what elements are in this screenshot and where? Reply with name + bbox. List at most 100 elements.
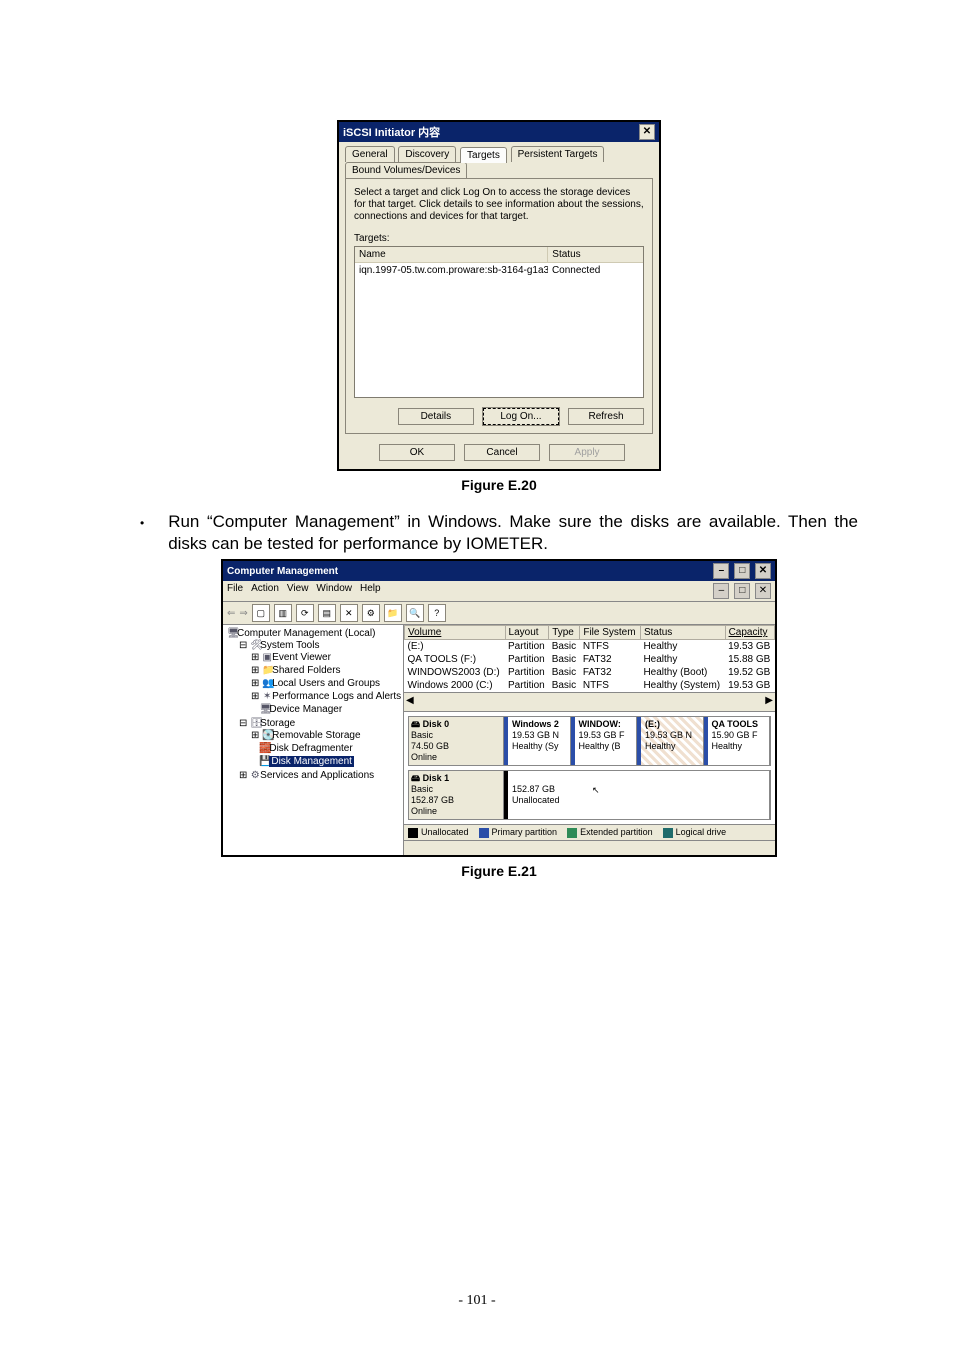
targets-list[interactable]: Name Status iqn.1997-05.tw.com.proware:s… (354, 246, 644, 398)
config-icon[interactable]: ⚙ (362, 604, 380, 622)
tab-discovery[interactable]: Discovery (398, 146, 456, 162)
col-name: Name (355, 247, 548, 262)
tree-shared-folders[interactable]: ⊞ 📁Shared Folders (251, 664, 401, 677)
paragraph-text: Run “Computer Management” in Windows. Ma… (168, 511, 858, 555)
tree-local-users[interactable]: ⊞ 👥Local Users and Groups (251, 677, 401, 690)
computer-management-window: Computer Management – □ ✕ File Action Vi… (221, 559, 777, 857)
ok-button[interactable]: OK (379, 444, 455, 461)
disk0-partition[interactable]: WINDOW:19.53 GB FHealthy (B (571, 717, 638, 765)
page-number: - 101 - (0, 1293, 954, 1309)
disk0-partition[interactable]: Windows 219.53 GB NHealthy (Sy (504, 717, 571, 765)
menu-help[interactable]: Help (360, 583, 381, 599)
col-file-system[interactable]: File System (580, 626, 641, 640)
volume-row[interactable]: QA TOOLS (F:)PartitionBasicFAT32Healthy1… (405, 653, 775, 666)
col-status: Status (548, 247, 643, 262)
delete-icon[interactable]: ✕ (340, 604, 358, 622)
menu-file[interactable]: File (227, 583, 243, 599)
cancel-button[interactable]: Cancel (464, 444, 540, 461)
users-icon: 👥 (262, 678, 272, 689)
tree-disk-defragmenter[interactable]: 🧱Disk Defragmenter (251, 742, 401, 755)
properties-icon[interactable]: ▤ (318, 604, 336, 622)
disk0-partition[interactable]: QA TOOLS15.90 GB FHealthy (704, 717, 771, 765)
help-icon[interactable]: ? (428, 604, 446, 622)
removable-icon: 💽 (262, 730, 272, 741)
tree-system-tools[interactable]: ⊟ 🛠System Tools ⊞ ▣Event Viewer ⊞ 📁Share… (239, 639, 401, 717)
col-capacity[interactable]: Capacity (725, 626, 774, 640)
swatch-logical-icon (663, 828, 673, 838)
tree-disk-management[interactable]: 💾Disk Management (251, 755, 401, 768)
targets-list-row[interactable]: iqn.1997-05.tw.com.proware:sb-3164-g1a3-… (355, 263, 643, 278)
event-viewer-icon: ▣ (262, 652, 272, 663)
volume-row[interactable]: Windows 2000 (C:)PartitionBasicNTFSHealt… (405, 679, 775, 692)
paragraph: • Run “Computer Management” in Windows. … (140, 511, 858, 555)
child-maximize-icon[interactable]: □ (734, 583, 750, 599)
menu-view[interactable]: View (287, 583, 309, 599)
disk0-row[interactable]: 🖴 Disk 0 Basic 74.50 GB Online Windows 2… (408, 716, 771, 766)
swatch-primary-icon (479, 828, 489, 838)
shared-folders-icon: 📁 (262, 665, 272, 676)
folder-icon[interactable]: 📁 (384, 604, 402, 622)
disk-legend: Unallocated Primary partition Extended p… (404, 824, 775, 840)
cm-menubar: File Action View Window Help – □ ✕ (223, 581, 775, 602)
disk1-row[interactable]: 🖴 Disk 1 Basic 152.87 GB Online 152.87 G… (408, 770, 771, 820)
child-minimize-icon[interactable]: – (713, 583, 729, 599)
cm-titlebar[interactable]: Computer Management – □ ✕ (223, 561, 775, 581)
close-icon[interactable]: ✕ (755, 563, 771, 579)
iscsi-title: iSCSI Initiator 内容 (343, 124, 440, 140)
tree-storage[interactable]: ⊟ 🗄Storage ⊞ 💽Removable Storage 🧱Disk De… (239, 717, 401, 769)
tab-general[interactable]: General (345, 146, 395, 162)
volume-row[interactable]: WINDOWS2003 (D:)PartitionBasicFAT32Healt… (405, 666, 775, 679)
iscsi-initiator-dialog: iSCSI Initiator 内容 ✕ General Discovery T… (337, 120, 661, 471)
col-volume[interactable]: Volume (405, 626, 506, 640)
menu-action[interactable]: Action (251, 583, 279, 599)
tree-removable-storage[interactable]: ⊞ 💽Removable Storage (251, 729, 401, 742)
target-name: iqn.1997-05.tw.com.proware:sb-3164-g1a3-… (355, 263, 548, 278)
tree-device-manager[interactable]: 🖥Device Manager (251, 703, 401, 716)
figure-caption-e21: Figure E.21 (140, 863, 858, 879)
logon-button[interactable]: Log On... (483, 408, 559, 425)
disk0-partition[interactable]: (E:)19.53 GB NHealthy (637, 717, 704, 765)
cm-toolbar: ⇐ ⇒ ▢ ▥ ⟳ ▤ ✕ ⚙ 📁 🔍 ? (223, 602, 775, 625)
up-icon[interactable]: ▢ (252, 604, 270, 622)
disk1-unallocated[interactable]: 152.87 GBUnallocated ↖ (504, 771, 770, 819)
maximize-icon[interactable]: □ (734, 563, 750, 579)
back-icon[interactable]: ⇐ (227, 608, 235, 619)
tab-bound-volumes[interactable]: Bound Volumes/Devices (345, 162, 467, 178)
tab-targets[interactable]: Targets (460, 147, 507, 163)
tree-root[interactable]: 🖥Computer Management (Local) ⊟ 🛠System T… (227, 627, 401, 783)
col-status[interactable]: Status (640, 626, 725, 640)
close-icon[interactable]: ✕ (639, 124, 655, 140)
refresh-button[interactable]: Refresh (568, 408, 644, 425)
volumes-scrollbar[interactable]: ◀ ▶ (404, 692, 775, 711)
swatch-unallocated-icon (408, 828, 418, 838)
child-close-icon[interactable]: ✕ (755, 583, 771, 599)
disk0-header: 🖴 Disk 0 Basic 74.50 GB Online (409, 717, 504, 765)
perf-icon: ✶ (262, 691, 272, 702)
iscsi-body: Select a target and click Log On to acce… (345, 178, 653, 434)
search-icon[interactable]: 🔍 (406, 604, 424, 622)
tab-persistent-targets[interactable]: Persistent Targets (511, 146, 605, 162)
forward-icon[interactable]: ⇒ (239, 608, 247, 619)
refresh-icon[interactable]: ⟳ (296, 604, 314, 622)
col-type[interactable]: Type (549, 626, 580, 640)
col-layout[interactable]: Layout (505, 626, 549, 640)
view-icon[interactable]: ▥ (274, 604, 292, 622)
cursor-icon: ↖ (592, 785, 600, 795)
tree-perf-logs[interactable]: ⊞ ✶Performance Logs and Alerts (251, 690, 401, 703)
volumes-table[interactable]: Volume Layout Type File System Status Ca… (404, 625, 775, 692)
disk-graphical-view[interactable]: 🖴 Disk 0 Basic 74.50 GB Online Windows 2… (404, 711, 775, 824)
tree-services[interactable]: ⊞ ⚙Services and Applications (239, 769, 401, 782)
disk-management-icon: 💾 (259, 756, 269, 767)
menu-window[interactable]: Window (316, 583, 352, 599)
computer-icon: 🖥 (227, 628, 237, 639)
iscsi-titlebar[interactable]: iSCSI Initiator 内容 ✕ (339, 122, 659, 142)
volume-row[interactable]: (E:)PartitionBasicNTFSHealthy19.53 GB (405, 640, 775, 654)
swatch-extended-icon (567, 828, 577, 838)
apply-button[interactable]: Apply (549, 444, 625, 461)
cm-title-text: Computer Management (227, 566, 338, 577)
minimize-icon[interactable]: – (713, 563, 729, 579)
tree-event-viewer[interactable]: ⊞ ▣Event Viewer (251, 651, 401, 664)
volumes-header: Volume Layout Type File System Status Ca… (405, 626, 775, 640)
details-button[interactable]: Details (398, 408, 474, 425)
cm-tree[interactable]: 🖥Computer Management (Local) ⊟ 🛠System T… (223, 625, 404, 855)
